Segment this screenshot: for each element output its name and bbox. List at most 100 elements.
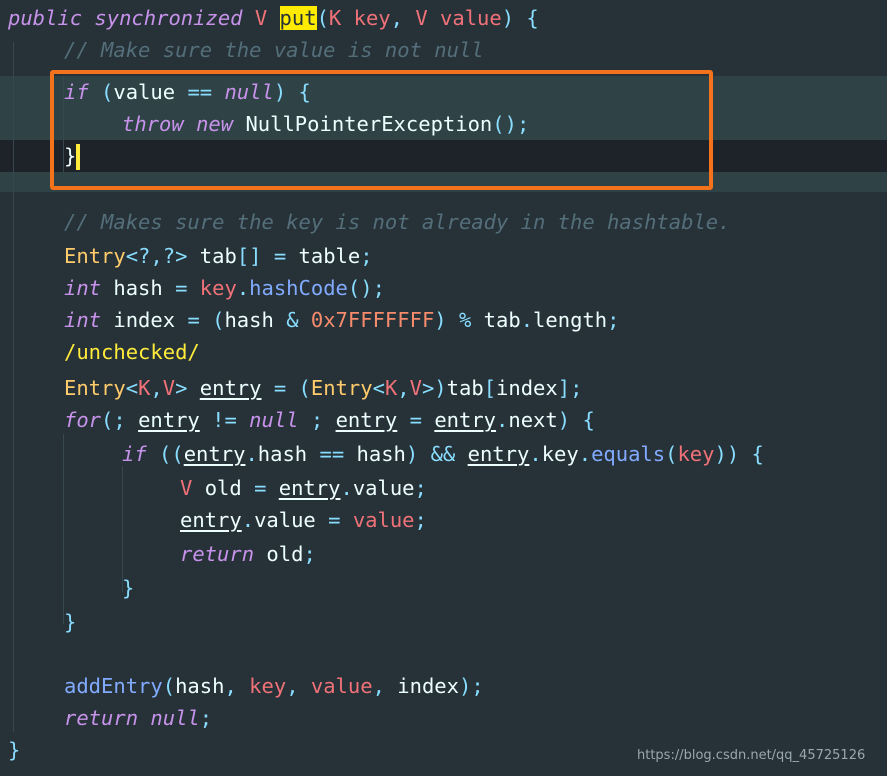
code-line-11[interactable]: /unchecked/: [0, 336, 887, 368]
token-identifier: entry: [180, 508, 242, 532]
token-punct: (: [298, 376, 311, 400]
code-line-14[interactable]: if ((entry.hash == hash) && entry.key.eq…: [0, 438, 887, 470]
token-punct: %: [458, 308, 472, 332]
token-punct: ;: [414, 476, 427, 500]
token-punct: ): [273, 80, 287, 104]
token-punct: {: [298, 80, 311, 104]
code-editor[interactable]: public synchronized V put(K key, V value…: [0, 0, 887, 776]
token-punct: ;: [303, 542, 316, 566]
token-param: key: [353, 6, 391, 30]
token-punct: =: [409, 408, 422, 432]
token-punct: ==: [187, 80, 213, 104]
token-punct: (: [665, 442, 678, 466]
token-keyword: if: [122, 442, 147, 466]
token-punct: {: [751, 442, 764, 466]
code-line-10[interactable]: int index = (hash & 0x7FFFFFFF) % tab.le…: [0, 304, 887, 336]
token-identifier: tab: [483, 308, 521, 332]
token-type: K: [328, 6, 342, 30]
token-param: key: [677, 442, 715, 466]
token-type: K: [138, 376, 151, 400]
code-line-21[interactable]: addEntry(hash, key, value, index);: [0, 670, 887, 702]
token-punct: []: [236, 244, 262, 268]
token-identifier: value: [352, 476, 415, 500]
token-punct: (: [101, 80, 114, 104]
token-identifier: old: [204, 476, 242, 500]
code-line-22[interactable]: return null;: [0, 702, 887, 734]
token-keyword: int: [64, 276, 102, 300]
token-identifier: hash: [175, 674, 225, 698]
token-punct: =: [254, 476, 267, 500]
token-annotation: /unchecked/: [64, 340, 200, 364]
token-punct: ,: [150, 376, 163, 400]
token-class: Entry: [64, 376, 126, 400]
token-param: value: [440, 6, 502, 30]
code-line-13[interactable]: for(; entry != null ; entry = entry.next…: [0, 404, 887, 436]
token-identifier: hash: [113, 276, 163, 300]
token-punct: =: [273, 376, 287, 400]
token-punct: ,: [224, 674, 237, 698]
token-punct: .: [340, 476, 353, 500]
code-line-9[interactable]: int hash = key.hashCode();: [0, 272, 887, 304]
token-param: value: [310, 674, 373, 698]
token-punct: ;: [310, 408, 324, 432]
code-line-5[interactable]: }: [0, 140, 887, 172]
token-comment: // Makes sure the key is not already in …: [64, 210, 731, 234]
token-brace: }: [122, 576, 135, 600]
code-line-1[interactable]: public synchronized V put(K key, V value…: [0, 2, 887, 34]
token-punct: ): [557, 408, 571, 432]
search-match-highlight[interactable]: put: [279, 6, 317, 30]
token-punct: (: [162, 674, 176, 698]
token-keyword: if: [64, 80, 89, 104]
token-identifier: index: [397, 674, 459, 698]
token-keyword: int: [64, 308, 102, 332]
token-punct: &: [286, 308, 299, 332]
code-line-18[interactable]: }: [0, 572, 887, 604]
token-punct: )): [714, 442, 740, 466]
token-comment: // Make sure the value is not null: [64, 38, 484, 62]
code-line-17[interactable]: return old;: [0, 538, 887, 570]
code-line-16[interactable]: entry.value = value;: [0, 504, 887, 536]
token-punct: ,: [390, 6, 403, 30]
code-line-3[interactable]: if (value == null) {: [0, 76, 887, 108]
token-type: V: [162, 376, 176, 400]
token-punct: .: [241, 508, 255, 532]
code-line-8[interactable]: Entry<?,?> tab[] = table;: [0, 240, 887, 272]
token-class: Entry: [310, 376, 373, 400]
code-line-19[interactable]: }: [0, 606, 887, 638]
code-line-7[interactable]: // Makes sure the key is not already in …: [0, 206, 887, 238]
token-keyword: return: [64, 706, 139, 730]
token-identifier: entry: [278, 476, 341, 500]
token-identifier: entry: [183, 442, 246, 466]
token-keyword: for: [64, 408, 102, 432]
token-punct: <: [125, 376, 139, 400]
token-keyword: throw: [122, 112, 184, 136]
token-punct: ;: [360, 244, 373, 268]
token-punct: ): [501, 6, 515, 30]
token-punct: .: [245, 442, 258, 466]
token-punct: .: [520, 308, 534, 332]
token-keyword: public: [8, 6, 83, 30]
token-identifier: hash: [257, 442, 308, 466]
code-line-2[interactable]: // Make sure the value is not null: [0, 34, 887, 66]
code-line-4[interactable]: throw new NullPointerException();: [0, 108, 887, 140]
token-identifier: hash: [224, 308, 274, 332]
token-punct: =: [273, 244, 287, 268]
token-identifier: table: [298, 244, 361, 268]
token-punct: .: [496, 408, 509, 432]
code-line-12[interactable]: Entry<K,V> entry = (Entry<K,V>)tab[index…: [0, 372, 887, 404]
token-identifier: tab: [199, 244, 237, 268]
token-punct: {: [582, 408, 595, 432]
token-punct: ,: [286, 674, 299, 698]
token-class: NullPointerException: [245, 112, 493, 136]
token-method: addEntry: [64, 674, 163, 698]
token-punct: ;: [199, 706, 213, 730]
token-punct: ): [434, 308, 447, 332]
code-line-15[interactable]: V old = entry.value;: [0, 472, 887, 504]
token-identifier: old: [266, 542, 304, 566]
token-brace: }: [8, 738, 21, 762]
token-class: Entry: [64, 244, 126, 268]
token-param: key: [199, 276, 237, 300]
token-punct: .: [236, 276, 250, 300]
token-brace: }: [64, 610, 77, 634]
token-keyword: new: [196, 112, 234, 136]
